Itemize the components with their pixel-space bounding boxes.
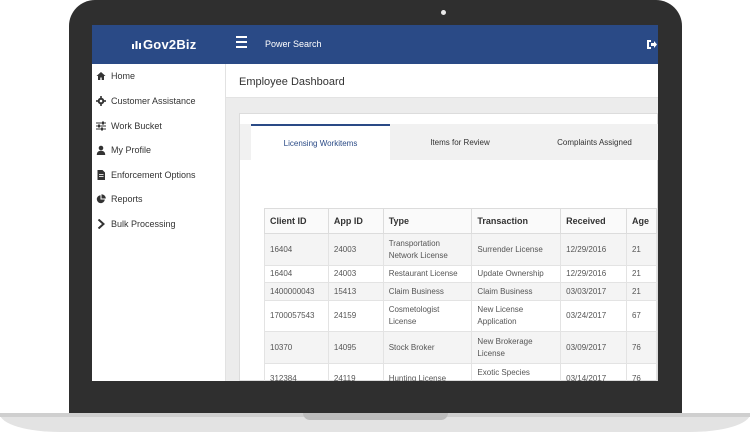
logout-icon[interactable] — [646, 37, 658, 49]
cell-app-id: 24003 — [327, 233, 384, 266]
cell-client-id: 16404 — [264, 265, 329, 283]
hamburger-menu-icon[interactable] — [236, 36, 247, 48]
home-icon — [95, 71, 106, 82]
cell-transaction: New Brokerage License — [471, 331, 562, 364]
table-row[interactable]: 1400000043 15413 Claim Business Claim Bu… — [264, 282, 658, 301]
cell-type: Cosmetologist License — [382, 300, 473, 332]
pie-chart-icon — [95, 194, 106, 205]
cell-age: 21 — [625, 282, 658, 301]
bar-chart-icon — [132, 40, 141, 52]
sidebar-item-bulk-processing[interactable]: Bulk Processing — [95, 215, 176, 233]
cell-age: 21 — [625, 265, 658, 283]
cell-app-id: 24003 — [327, 265, 384, 283]
workitems-card: Licensing Workitems Items for Review Com… — [239, 113, 658, 381]
sidebar-item-label: Enforcement Options — [111, 170, 196, 180]
cell-type: Stock Broker — [382, 331, 473, 364]
cell-age: 21 — [625, 233, 658, 266]
table-row[interactable]: 312384 24119 Hunting License Exotic Spec… — [264, 363, 658, 381]
sidebar-item-enforcement-options[interactable]: Enforcement Options — [95, 166, 196, 184]
sidebar-item-home[interactable]: Home — [95, 67, 135, 85]
cell-received: 03/24/2017 — [560, 300, 627, 332]
column-header-app-id[interactable]: App ID — [327, 208, 384, 234]
cell-app-id: 24119 — [327, 363, 384, 381]
sidebar-item-label: My Profile — [111, 145, 152, 155]
table-row[interactable]: 10370 14095 Stock Broker New Brokerage L… — [264, 331, 658, 364]
page-title: Employee Dashboard — [239, 76, 345, 88]
sidebar-item-label: Home — [111, 71, 136, 81]
tab-items-for-review[interactable]: Items for Review — [390, 124, 530, 160]
brand-name: Gov2Biz — [143, 37, 197, 52]
sidebar-item-my-profile[interactable]: My Profile — [95, 141, 151, 159]
sidebar-item-label: Work Bucket — [111, 121, 162, 131]
power-search-link[interactable]: Power Search — [265, 39, 322, 49]
cell-app-id: 15413 — [327, 282, 384, 301]
cell-transaction: New License Application — [471, 300, 562, 332]
main-content: Employee Dashboard Licensing Workitems I… — [226, 64, 658, 381]
cell-received: 12/29/2016 — [560, 265, 627, 283]
cell-received: 12/29/2016 — [560, 233, 627, 266]
cell-type: Claim Business — [382, 282, 473, 301]
chevron-right-icon — [95, 219, 106, 230]
laptop-notch — [303, 413, 448, 420]
main-header: Employee Dashboard — [226, 64, 658, 98]
camera-dot — [441, 10, 446, 15]
table-row[interactable]: 1700057543 24159 Cosmetologist License N… — [264, 300, 658, 332]
column-header-type[interactable]: Type — [382, 208, 473, 234]
cell-transaction: Claim Business — [471, 282, 562, 301]
sidebar-item-label: Reports — [111, 194, 143, 204]
cell-transaction: Surrender License — [471, 233, 562, 266]
cell-client-id: 16404 — [264, 233, 329, 266]
workitems-table: Client ID App ID Type Transaction Receiv… — [264, 208, 658, 381]
document-icon — [95, 170, 106, 181]
cell-client-id: 312384 — [264, 363, 329, 381]
cell-age: 67 — [625, 300, 658, 332]
cell-age: 76 — [625, 363, 658, 381]
cell-type: Transportation Network License — [382, 233, 473, 266]
app-screen: Gov2Biz Power Search Home Customer Assis… — [92, 25, 658, 381]
tab-complaints-assigned[interactable]: Complaints Assigned — [530, 124, 658, 160]
cell-client-id: 10370 — [264, 331, 329, 364]
cell-received: 03/03/2017 — [560, 282, 627, 301]
gear-icon — [95, 96, 106, 107]
brand-logo[interactable]: Gov2Biz — [132, 37, 196, 52]
sidebar-item-customer-assistance[interactable]: Customer Assistance — [95, 92, 196, 110]
tab-bar: Licensing Workitems Items for Review Com… — [240, 124, 658, 160]
sidebar-item-work-bucket[interactable]: Work Bucket — [95, 117, 162, 135]
tab-licensing-workitems[interactable]: Licensing Workitems — [251, 124, 390, 160]
table-row[interactable]: 16404 24003 Restaurant License Update Ow… — [264, 265, 658, 283]
sliders-icon — [95, 121, 106, 132]
column-header-received[interactable]: Received — [560, 208, 627, 234]
cell-client-id: 1700057543 — [264, 300, 329, 332]
column-header-client-id[interactable]: Client ID — [264, 208, 329, 234]
column-header-transaction[interactable]: Transaction — [471, 208, 562, 234]
table-row[interactable]: 16404 24003 Transportation Network Licen… — [264, 233, 658, 266]
cell-app-id: 14095 — [327, 331, 384, 364]
cell-received: 03/09/2017 — [560, 331, 627, 364]
laptop-mockup: Gov2Biz Power Search Home Customer Assis… — [0, 0, 750, 432]
cell-type: Restaurant License — [382, 265, 473, 283]
cell-app-id: 24159 — [327, 300, 384, 332]
table-header-row: Client ID App ID Type Transaction Receiv… — [264, 208, 658, 234]
sidebar: Home Customer Assistance Work Bucket My … — [92, 64, 226, 381]
user-icon — [95, 145, 106, 156]
column-header-age[interactable]: Age — [625, 208, 658, 234]
cell-type: Hunting License — [382, 363, 473, 381]
cell-received: 03/14/2017 — [560, 363, 627, 381]
cell-transaction: Exotic Species Endorsement — [471, 363, 562, 381]
sidebar-item-label: Bulk Processing — [111, 219, 176, 229]
sidebar-item-reports[interactable]: Reports — [95, 190, 143, 208]
cell-transaction: Update Ownership — [471, 265, 562, 283]
top-navbar: Gov2Biz Power Search — [92, 25, 658, 64]
cell-age: 76 — [625, 331, 658, 364]
cell-client-id: 1400000043 — [264, 282, 329, 301]
sidebar-item-label: Customer Assistance — [111, 96, 196, 106]
